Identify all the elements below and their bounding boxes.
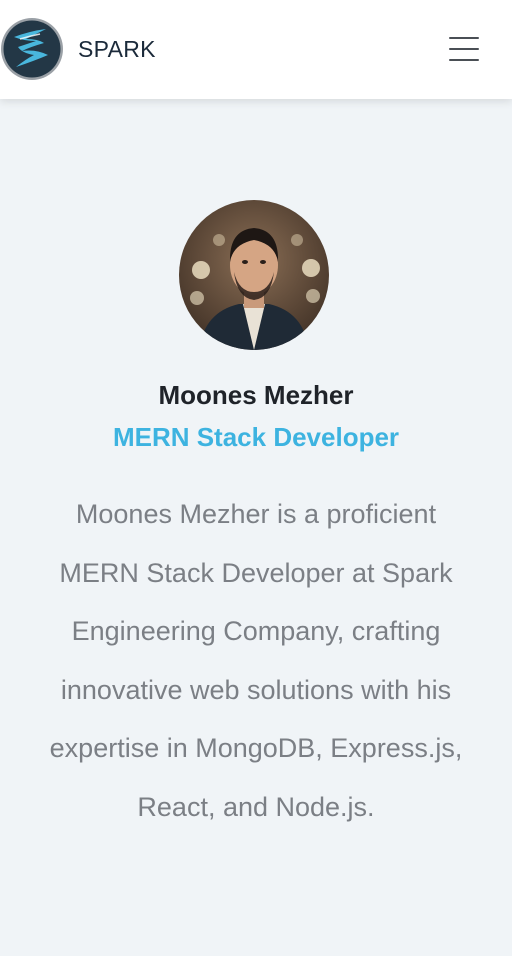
profile-bio: Moones Mezher is a proficient MERN Stack… bbox=[49, 499, 463, 822]
hamburger-menu-icon[interactable] bbox=[444, 32, 484, 66]
avatar bbox=[179, 200, 329, 350]
menu-line bbox=[449, 48, 479, 50]
brand-name: SPARK bbox=[78, 35, 156, 62]
navbar: SPARK bbox=[0, 0, 512, 99]
menu-line bbox=[449, 59, 479, 61]
profile-photo bbox=[179, 200, 329, 350]
profile-section: Moones Mezher MERN Stack Developer Moone… bbox=[0, 99, 512, 956]
spark-logo-icon bbox=[1, 18, 63, 80]
profile-role: MERN Stack Developer bbox=[112, 422, 400, 452]
menu-line bbox=[449, 37, 479, 39]
profile-name: Moones Mezher bbox=[158, 380, 354, 410]
brand-link[interactable]: SPARK bbox=[0, 17, 156, 81]
